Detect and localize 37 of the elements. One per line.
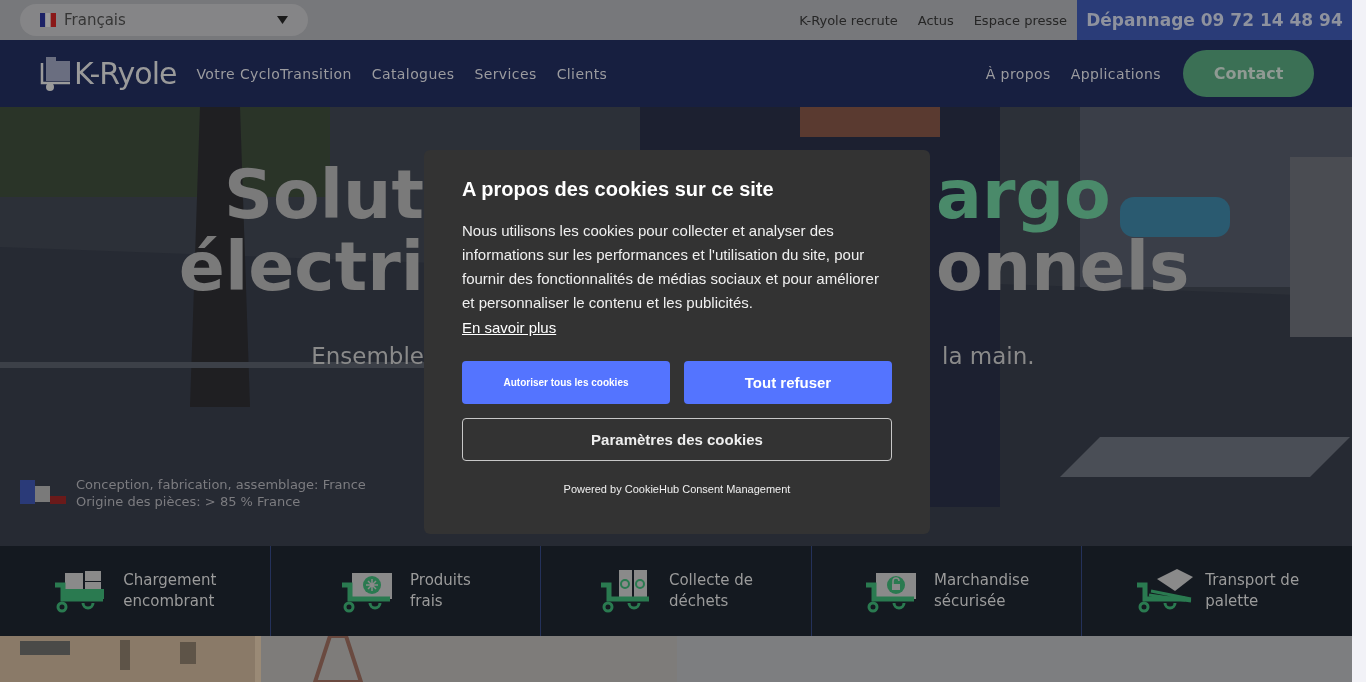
hero-subtitle-fragment: Ensemble: [310, 343, 424, 369]
feature-label[interactable]: Produits frais: [410, 570, 471, 612]
logo-text[interactable]: K-Ryole: [74, 56, 177, 91]
top-link[interactable]: Espace presse: [973, 12, 1067, 28]
hero-title-fragment: électri: [177, 231, 424, 303]
origin-text: Conception, fabrication, assemblage: France: [76, 477, 366, 492]
powered-by-text: Powered by CookieHub Consent Management: [562, 483, 792, 495]
hero-title-fragment: Solut: [223, 159, 424, 231]
feature-label[interactable]: Chargement encombrant: [123, 570, 217, 612]
nav-link[interactable]: Services: [474, 65, 537, 82]
flag-icon: [20, 480, 66, 506]
top-link[interactable]: Actus: [917, 12, 954, 28]
language-value: Français: [64, 11, 127, 29]
hotline-banner[interactable]: Dépannage 09 72 14 48 94: [1077, 0, 1352, 40]
feature-label[interactable]: Marchandise sécurisée: [934, 570, 1030, 612]
feature-label[interactable]: Collecte de déchets: [668, 570, 754, 612]
dialog-text: Nous utilisons les cookies pour collecter et analyser des informations sur les performances et l'utilisation du site, pour fournir des fonctionnalités de médias sociaux et pour améliorer et personnaliser le contenu et les publicités.: [462, 221, 880, 313]
hero-title-fragment: onnels: [935, 231, 1191, 303]
nav-link[interactable]: Catalogues: [371, 65, 455, 82]
caret-icon: [277, 16, 288, 24]
hero-title-fragment: argo: [935, 159, 1112, 231]
nav-link[interactable]: Votre CycloTransition: [196, 65, 352, 82]
feature-label[interactable]: Transport de palette: [1205, 570, 1300, 612]
hero-subtitle-fragment: la main.: [941, 343, 1036, 369]
origin-text: Origine des pièces: > 85 % France: [76, 494, 302, 509]
language-select[interactable]: Français: [20, 4, 308, 36]
top-link[interactable]: K-Ryole recrute: [799, 12, 898, 28]
settings-button[interactable]: Paramètres des cookies: [462, 418, 892, 461]
nav-link[interactable]: Applications: [1070, 65, 1161, 82]
nav-link[interactable]: Clients: [556, 65, 608, 82]
dialog-title: A propos des cookies sur ce site: [462, 178, 775, 201]
learn-more-link[interactable]: En savoir plus: [462, 319, 557, 336]
accept-button[interactable]: Autoriser tous les cookies: [462, 361, 670, 404]
nav-link[interactable]: À propos: [985, 65, 1051, 82]
logo-cart-icon: [40, 54, 72, 93]
reject-button[interactable]: Tout refuser: [684, 361, 892, 404]
flag-icon: [40, 13, 56, 27]
